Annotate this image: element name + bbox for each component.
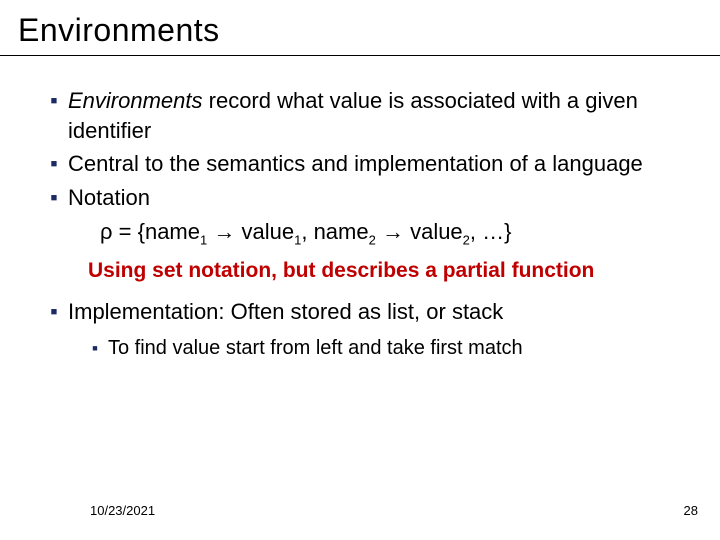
bullet-text: Notation — [68, 183, 680, 213]
text: value — [410, 219, 463, 244]
bullet-item-3: ■ Notation — [40, 183, 680, 213]
italic-term: Environments — [68, 88, 203, 113]
sub-bullet-text: To find value start from left and take f… — [108, 335, 680, 362]
square-bullet-icon: ■ — [40, 297, 68, 320]
slide-title: Environments — [0, 0, 720, 55]
content-area: ■ Environments record what value is asso… — [0, 56, 720, 362]
subscript: 2 — [369, 232, 376, 247]
callout-text: Using set notation, but describes a part… — [40, 257, 680, 285]
square-bullet-icon: ■ — [82, 335, 108, 354]
sub-bullet-item: ■ To find value start from left and take… — [40, 335, 680, 362]
text: name — [145, 219, 200, 244]
square-bullet-icon: ■ — [40, 183, 68, 206]
rho-symbol: ρ — [100, 219, 113, 244]
bullet-item-2: ■ Central to the semantics and implement… — [40, 149, 680, 179]
subscript: 2 — [463, 232, 470, 247]
arrow-icon: → — [376, 219, 410, 244]
square-bullet-icon: ■ — [40, 86, 68, 109]
bullet-item-4: ■ Implementation: Often stored as list, … — [40, 297, 680, 327]
text: , …} — [470, 219, 512, 244]
bullet-item-1: ■ Environments record what value is asso… — [40, 86, 680, 145]
arrow-icon: → — [213, 219, 241, 244]
square-bullet-icon: ■ — [40, 149, 68, 172]
text: = { — [119, 219, 145, 244]
footer-date: 10/23/2021 — [90, 503, 155, 518]
footer-page-number: 28 — [684, 503, 698, 518]
text: name — [314, 219, 369, 244]
notation-formula: ρ = {name1 → value1, name2 → value2, …} — [40, 217, 680, 249]
text: , — [301, 219, 307, 244]
text: value — [241, 219, 294, 244]
bullet-text: Implementation: Often stored as list, or… — [68, 297, 680, 327]
bullet-text: Environments record what value is associ… — [68, 86, 680, 145]
bullet-text: Central to the semantics and implementat… — [68, 149, 680, 179]
subscript: 1 — [200, 232, 207, 247]
